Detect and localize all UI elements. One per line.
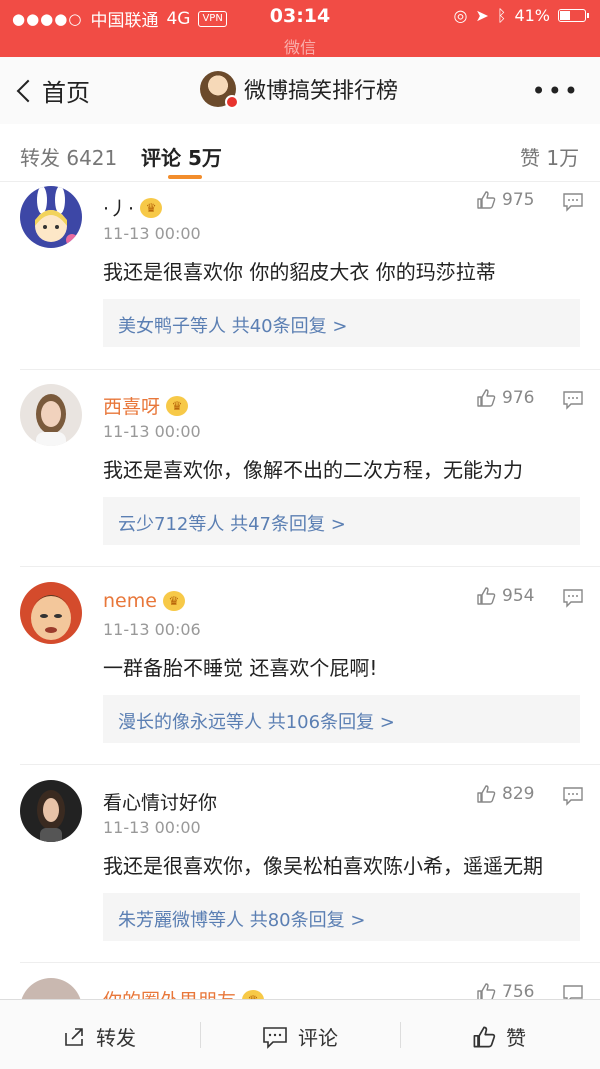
verified-badge-icon <box>225 95 239 109</box>
status-bar: ●●●●○ 中国联通 4G VPN 03:14 微信 ◎ ➤ ᛒ 41% <box>0 0 600 57</box>
comment-author[interactable]: 西喜呀 ♛ <box>103 392 189 419</box>
battery-fill <box>560 11 570 20</box>
bottom-action-bar: 转发 评论 赞 <box>0 999 600 1069</box>
avatar[interactable] <box>20 582 82 644</box>
like-count: 954 <box>502 586 535 606</box>
comment-author[interactable]: ·丿· ♛ <box>103 194 163 221</box>
like-label: 赞 <box>506 1026 526 1050</box>
like-count: 829 <box>502 784 535 804</box>
comment-button[interactable]: 评论 <box>262 1022 338 1051</box>
status-ghost-title: 微信 <box>283 38 316 57</box>
bluetooth-icon: ᛒ <box>496 6 507 25</box>
crown-badge-icon: ♛ <box>162 591 185 611</box>
comment-text: 一群备胎不睡觉 还喜欢个屁啊! <box>103 656 378 680</box>
nav-title-text: 微博搞笑排行榜 <box>244 79 399 104</box>
comment-time: 11-13 00:00 <box>103 224 201 243</box>
divider <box>400 1022 401 1048</box>
crown-badge-icon: ♛ <box>140 197 163 218</box>
more-options-button[interactable]: ••• <box>532 77 580 105</box>
author-name: ·丿· <box>103 198 135 220</box>
thumbs-up-icon <box>477 587 496 605</box>
comment-author[interactable]: 看心情讨好你 <box>103 788 217 815</box>
back-button[interactable]: 首页 <box>14 73 90 108</box>
divider <box>20 962 600 963</box>
tab-active-indicator <box>168 175 202 179</box>
thumbs-up-icon <box>477 191 496 209</box>
comment-time: 11-13 00:00 <box>103 422 201 441</box>
divider <box>20 369 600 370</box>
thumbs-up-icon <box>477 389 496 407</box>
comment-label: 评论 <box>298 1026 338 1050</box>
share-icon <box>65 1027 83 1046</box>
account-avatar <box>200 71 239 109</box>
replies-link[interactable]: 朱芳麗微博等人 共80条回复 > <box>103 893 580 941</box>
divider <box>200 1022 201 1048</box>
battery-percent: 41% <box>514 6 550 25</box>
battery-icon <box>558 9 589 22</box>
repost-button[interactable]: 转发 <box>62 1022 136 1051</box>
like-button[interactable]: 954 <box>476 586 534 606</box>
like-count: 976 <box>502 388 535 408</box>
repost-label: 转发 <box>96 1026 136 1050</box>
replies-link[interactable]: 美女鸭子等人 共40条回复 > <box>103 299 580 347</box>
chevron-left-icon <box>16 79 40 102</box>
divider <box>20 764 600 765</box>
portrait-avatar-icon <box>37 790 65 842</box>
crown-badge-icon: ♛ <box>166 395 189 416</box>
tab-comment[interactable]: 评论 5万 <box>141 142 222 171</box>
replies-link[interactable]: 漫长的像永远等人 共106条回复 > <box>103 695 580 743</box>
lock-rotation-icon: ◎ <box>453 6 468 25</box>
nav-title[interactable]: 微博搞笑排行榜 <box>200 71 399 109</box>
tabs-bar: 转发 6421 评论 5万 赞 1万 <box>0 124 600 182</box>
avatar[interactable] <box>20 780 82 842</box>
bunny-avatar-icon <box>35 186 78 246</box>
like-post-button[interactable]: 赞 <box>472 1022 526 1051</box>
back-label: 首页 <box>42 79 90 107</box>
comment-icon <box>263 1026 287 1049</box>
reply-icon[interactable] <box>562 588 584 608</box>
avatar[interactable] <box>20 186 82 248</box>
replies-link[interactable]: 云少712等人 共47条回复 > <box>103 497 580 545</box>
thumbs-up-icon <box>473 1026 496 1047</box>
tab-like[interactable]: 赞 1万 <box>520 142 579 171</box>
thumbs-up-icon <box>477 785 496 803</box>
comment-time: 11-13 00:00 <box>103 818 201 837</box>
like-button[interactable]: 975 <box>476 190 534 210</box>
comment-time: 11-13 00:06 <box>103 620 201 639</box>
tab-repost[interactable]: 转发 6421 <box>20 142 117 171</box>
author-name: 西喜呀 <box>103 396 161 418</box>
author-name: neme <box>103 590 157 612</box>
portrait-avatar-icon <box>36 394 66 446</box>
like-button[interactable]: 976 <box>476 388 534 408</box>
comment-text: 我还是很喜欢你 你的貂皮大衣 你的玛莎拉蒂 <box>103 260 496 284</box>
status-right: ◎ ➤ ᛒ 41% <box>453 6 589 25</box>
author-name: 看心情讨好你 <box>103 792 218 814</box>
like-count: 975 <box>502 190 535 210</box>
cartoon-face-avatar-icon <box>31 595 71 640</box>
reply-icon[interactable] <box>562 390 584 410</box>
divider <box>20 566 600 567</box>
avatar[interactable] <box>20 384 82 446</box>
comment-author[interactable]: neme ♛ <box>103 590 185 612</box>
nav-bar: 首页 微博搞笑排行榜 ••• <box>0 57 600 124</box>
comment-text: 我还是喜欢你，像解不出的二次方程，无能为力 <box>103 458 523 482</box>
reply-icon[interactable] <box>562 192 584 212</box>
like-button[interactable]: 829 <box>476 784 534 804</box>
location-icon: ➤ <box>475 6 489 25</box>
comment-text: 我还是很喜欢你，像吴松柏喜欢陈小希，遥遥无期 <box>103 854 543 878</box>
reply-icon[interactable] <box>562 786 584 806</box>
